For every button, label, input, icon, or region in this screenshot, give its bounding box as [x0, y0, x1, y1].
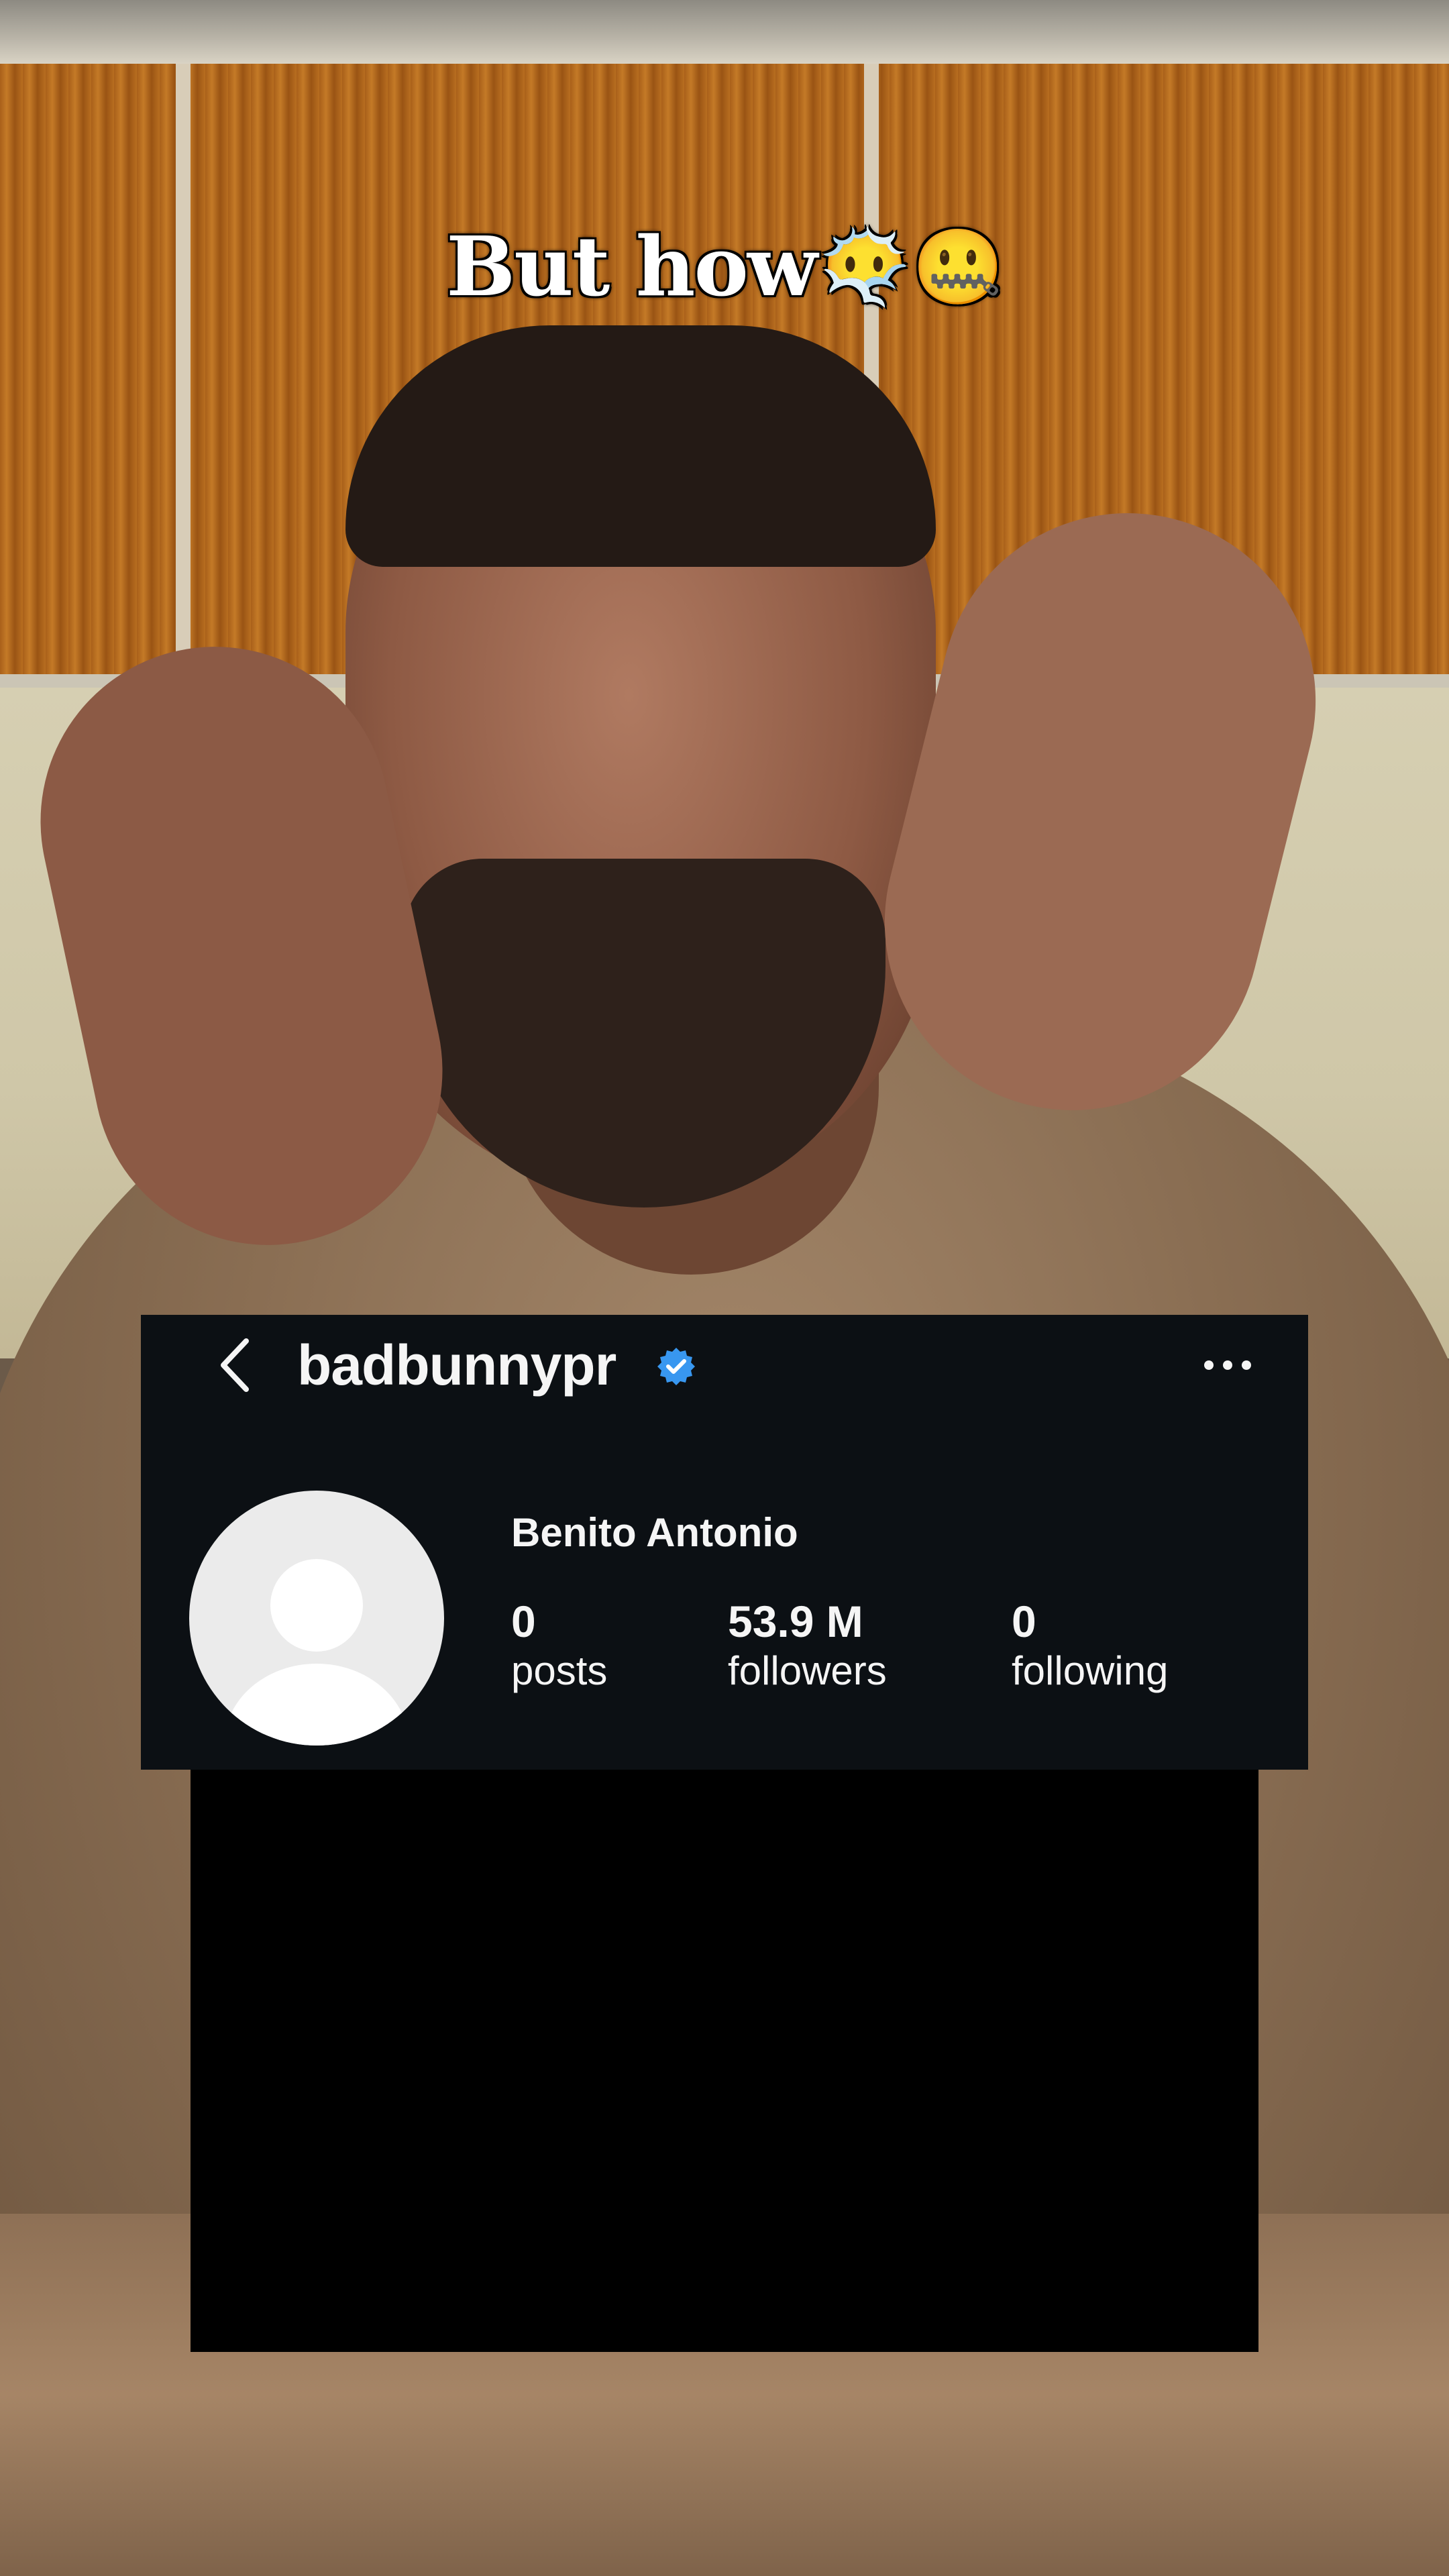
back-chevron-icon[interactable] [205, 1332, 272, 1399]
empty-profile-content-area [191, 1770, 1258, 2352]
cabinet-frame [176, 64, 191, 688]
more-options-icon[interactable] [1187, 1335, 1268, 1395]
default-avatar-head [270, 1559, 363, 1652]
instagram-profile-card: badbunnypr Benito Antonio 0 posts 53.9 M… [141, 1315, 1308, 1770]
profile-display-name: Benito Antonio [511, 1510, 798, 1555]
profile-header-bar: badbunnypr [141, 1315, 1308, 1415]
stat-followers-label: followers [728, 1648, 887, 1693]
profile-avatar[interactable] [189, 1491, 444, 1746]
stat-posts-label: posts [511, 1648, 608, 1693]
video-caption: But how😶‍🌫️🤐 [0, 218, 1449, 315]
default-avatar-body [224, 1664, 409, 1746]
stat-posts[interactable]: 0 posts [511, 1597, 607, 1696]
ceiling [0, 0, 1449, 64]
stat-followers[interactable]: 53.9 M followers [728, 1597, 887, 1696]
verified-badge-icon [657, 1348, 695, 1385]
profile-username: badbunnypr [297, 1334, 616, 1397]
person-hair [345, 325, 936, 567]
stat-following-label: following [1012, 1648, 1169, 1693]
stat-followers-count: 53.9 M [728, 1597, 863, 1646]
zipper-mouth-emoji: 🤐 [912, 223, 1004, 310]
stat-posts-count: 0 [511, 1597, 536, 1646]
stat-following[interactable]: 0 following [1012, 1597, 1168, 1696]
caption-text: But how [446, 218, 818, 315]
face-in-clouds-emoji: 😶‍🌫️ [818, 223, 911, 310]
stat-following-count: 0 [1012, 1597, 1036, 1646]
